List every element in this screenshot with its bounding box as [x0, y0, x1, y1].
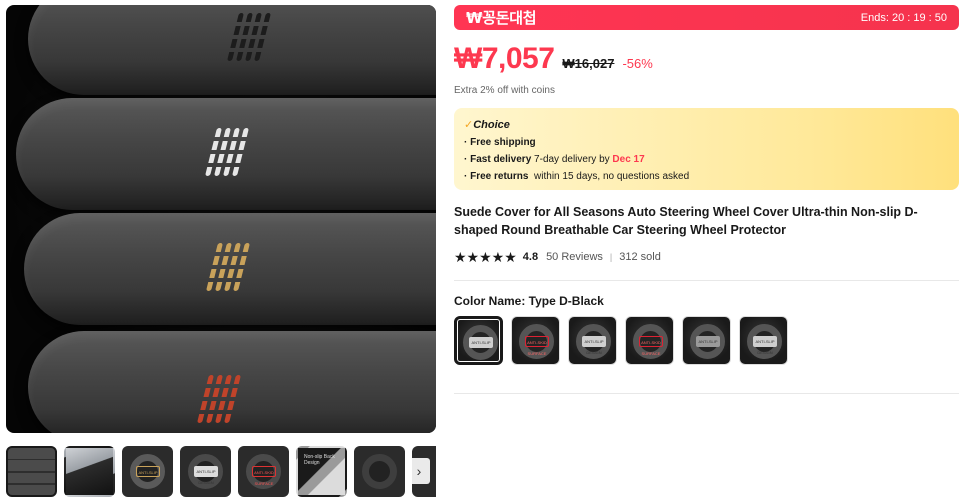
divider [454, 280, 959, 281]
star-rating-icon: ★★★★★ [454, 248, 517, 265]
swatch-red-tag-1[interactable]: ANTI-SKID SURFACE [511, 316, 560, 365]
color-swatches: ANTI-SLIP ANTI-SKID SURFACE ANTI-SLIP DE… [454, 316, 959, 365]
reviews-link[interactable]: 50 Reviews [546, 251, 603, 263]
cover-roll-white [16, 98, 436, 210]
thumb-stacked-covers[interactable] [6, 446, 57, 497]
swatch-white-tag[interactable]: ANTI-SLIP DESIGN [568, 316, 617, 365]
cover-roll-red [28, 331, 436, 433]
stitching-black [227, 13, 273, 63]
stitching-red [197, 375, 243, 425]
separator: | [609, 252, 613, 262]
color-name-label: Color Name: Type D-Black [454, 294, 604, 308]
thumb-ring-dark[interactable] [354, 446, 405, 497]
stitching-white [205, 128, 251, 178]
thumb-ring-gold[interactable]: ANTI-SLIP [122, 446, 173, 497]
deal-countdown: Ends: 20 : 19 : 50 [860, 11, 947, 24]
swatch-red-tag-2[interactable]: ANTI-SKID SURFACE [625, 316, 674, 365]
swatch-white-tag-2[interactable]: ANTI-SLIP DESIGN [739, 316, 788, 365]
thumb-car-interior[interactable] [64, 446, 115, 497]
product-title: Suede Cover for All Seasons Auto Steerin… [454, 205, 918, 237]
free-returns-line: · Free returns within 15 days, no questi… [464, 171, 690, 182]
rating-row: ★★★★★ 4.8 50 Reviews | 312 sold [454, 248, 959, 266]
choice-badge: ✓Choice [464, 119, 510, 131]
divider [454, 393, 959, 394]
product-info-panel: ₩꽁돈대첩 Ends: 20 : 19 : 50 ₩7,057 ₩16,027 … [454, 5, 959, 394]
free-shipping-line: · Free shipping [464, 137, 536, 148]
cover-roll-gold [24, 213, 436, 325]
deal-title: ₩꽁돈대첩 [466, 9, 537, 27]
deal-banner: ₩꽁돈대첩 Ends: 20 : 19 : 50 [454, 5, 959, 30]
sold-count: 312 sold [619, 251, 661, 263]
rating-value: 4.8 [522, 251, 539, 263]
thumb-ring-red-tag[interactable]: ANTI-SKID SURFACE [238, 446, 289, 497]
main-product-image[interactable] [6, 5, 436, 433]
swatch-grey-tag[interactable]: ANTI-SLIP [682, 316, 731, 365]
check-icon: ✓ [464, 119, 474, 131]
swatch-type-d-black[interactable]: ANTI-SLIP [454, 316, 503, 365]
thumbnail-next-arrow-icon[interactable]: › [408, 458, 430, 484]
price-row: ₩7,057 ₩16,027 -56% [454, 42, 959, 76]
current-price: ₩7,057 [454, 42, 555, 75]
discount-badge: -56% [622, 56, 653, 71]
original-price: ₩16,027 [562, 56, 615, 71]
thumbnail-strip: ANTI-SLIP ANTI-SLIP DESIGN ANTI-SKID SUR… [6, 446, 436, 498]
delivery-date: Dec 17 [612, 154, 645, 165]
fast-delivery-line: · Fast delivery 7-day delivery by Dec 17 [464, 154, 645, 165]
stitching-gold [206, 243, 252, 293]
thumb-non-slip-design[interactable]: Non-slip Back Design [296, 446, 347, 497]
choice-benefits-box[interactable]: ✓Choice · Free shipping · Fast delivery … [454, 108, 959, 190]
coins-note: Extra 2% off with coins [454, 85, 555, 96]
cover-roll-black [28, 5, 436, 95]
thumb-ring-white-tag[interactable]: ANTI-SLIP DESIGN [180, 446, 231, 497]
